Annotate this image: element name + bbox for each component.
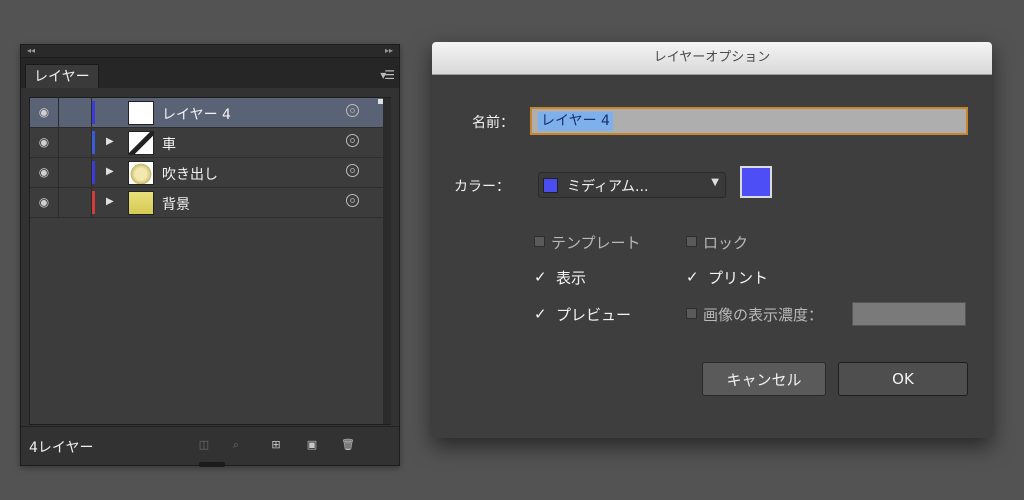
expand-arrow-icon[interactable]: ▶ bbox=[106, 166, 114, 177]
layer-thumbnail bbox=[128, 101, 154, 125]
lock-toggle[interactable] bbox=[58, 158, 92, 187]
target-circle-icon[interactable] bbox=[346, 104, 359, 117]
expand-arrow-icon[interactable]: ▶ bbox=[106, 196, 114, 207]
dim-images-field[interactable] bbox=[852, 302, 966, 326]
visibility-eye-icon[interactable]: ◉ bbox=[36, 105, 52, 119]
color-dropdown[interactable]: ミディアム... ▼ bbox=[538, 172, 726, 198]
layer-color-bar bbox=[92, 161, 95, 184]
cancel-button[interactable]: キャンセル bbox=[702, 362, 826, 396]
layer-thumbnail bbox=[128, 191, 154, 215]
checkmark-icon[interactable] bbox=[534, 268, 550, 287]
layer-options-dialog: レイヤーオプション 名前： レイヤー 4 カラー： ミディアム... ▼ テンプ… bbox=[432, 42, 992, 438]
layer-color-bar bbox=[92, 131, 95, 154]
name-input[interactable] bbox=[530, 107, 968, 135]
visibility-eye-icon[interactable]: ◉ bbox=[36, 135, 52, 149]
preview-checkbox[interactable]: プレビュー bbox=[534, 304, 631, 325]
print-label: プリント bbox=[708, 269, 769, 287]
lock-toggle[interactable] bbox=[58, 128, 92, 157]
layer-list: ◉ レイヤー 4 ◉ ▶ 車 ◉ ▶ 吹き出し ◉ ▶ 背景 bbox=[29, 97, 391, 425]
visibility-eye-icon[interactable]: ◉ bbox=[36, 195, 52, 209]
color-swatch-button[interactable] bbox=[740, 166, 772, 198]
layer-row[interactable]: ◉ ▶ 吹き出し bbox=[30, 158, 390, 188]
lock-checkbox[interactable]: ロック bbox=[686, 232, 748, 253]
color-dropdown-value: ミディアム... bbox=[567, 179, 649, 195]
dim-images-checkbox[interactable]: 画像の表示濃度： bbox=[686, 304, 823, 325]
lock-toggle[interactable] bbox=[58, 188, 92, 217]
layer-name[interactable]: 背景 bbox=[162, 194, 190, 214]
collapse-icon[interactable]: ◂◂ bbox=[27, 46, 35, 55]
panel-footer: 4レイヤー ◫ ⌕ ⊞ ▣ 🗑 bbox=[21, 426, 399, 467]
template-label: テンプレート bbox=[551, 234, 641, 252]
locate-object-icon[interactable]: ⌕ bbox=[229, 439, 243, 451]
color-label: カラー： bbox=[454, 179, 510, 195]
expand-icon[interactable]: ▸▸ bbox=[385, 46, 393, 55]
dim-images-label: 画像の表示濃度： bbox=[703, 306, 824, 324]
layer-list-scrollbar[interactable] bbox=[383, 98, 391, 424]
layer-color-bar bbox=[92, 191, 95, 214]
panel-tabbar: レイヤー ▾☰ bbox=[21, 58, 399, 88]
checkmark-icon[interactable] bbox=[686, 268, 702, 287]
new-layer-icon[interactable]: ▣ bbox=[305, 439, 319, 451]
expand-arrow-icon[interactable]: ▶ bbox=[106, 136, 114, 147]
show-label: 表示 bbox=[556, 269, 587, 287]
checkbox-box[interactable] bbox=[534, 236, 545, 247]
lock-label: ロック bbox=[703, 234, 749, 252]
visibility-eye-icon[interactable]: ◉ bbox=[36, 165, 52, 179]
make-clipping-mask-icon[interactable]: ◫ bbox=[197, 439, 211, 451]
print-checkbox[interactable]: プリント bbox=[686, 267, 768, 288]
template-checkbox[interactable]: テンプレート bbox=[534, 232, 641, 253]
target-circle-icon[interactable] bbox=[346, 164, 359, 177]
show-checkbox[interactable]: 表示 bbox=[534, 267, 586, 288]
target-circle-icon[interactable] bbox=[346, 194, 359, 207]
checkmark-icon[interactable] bbox=[534, 305, 550, 324]
layer-row[interactable]: ◉ レイヤー 4 bbox=[30, 98, 390, 128]
chevron-down-icon: ▼ bbox=[711, 177, 719, 188]
layer-color-bar bbox=[92, 101, 95, 124]
layer-row[interactable]: ◉ ▶ 背景 bbox=[30, 188, 390, 218]
trash-icon[interactable]: 🗑 bbox=[341, 439, 355, 451]
dialog-title: レイヤーオプション bbox=[432, 42, 992, 75]
panel-menu-icon[interactable]: ▾☰ bbox=[380, 68, 395, 82]
layer-name[interactable]: レイヤー 4 bbox=[162, 104, 231, 124]
checkbox-box[interactable] bbox=[686, 236, 697, 247]
name-label: 名前： bbox=[472, 115, 514, 131]
layer-thumbnail bbox=[128, 131, 154, 155]
target-circle-icon[interactable] bbox=[346, 134, 359, 147]
layer-name[interactable]: 車 bbox=[162, 134, 176, 154]
resize-grip[interactable] bbox=[199, 462, 225, 467]
checkbox-box[interactable] bbox=[686, 308, 697, 319]
tab-layers[interactable]: レイヤー bbox=[25, 64, 99, 88]
color-swatch-small bbox=[543, 178, 558, 193]
ok-button[interactable]: OK bbox=[838, 362, 968, 396]
layer-name[interactable]: 吹き出し bbox=[162, 164, 218, 184]
new-sublayer-icon[interactable]: ⊞ bbox=[269, 439, 283, 451]
layer-count: 4レイヤー bbox=[29, 440, 94, 456]
layer-row[interactable]: ◉ ▶ 車 bbox=[30, 128, 390, 158]
layer-thumbnail bbox=[128, 161, 154, 185]
panel-title-strip[interactable]: ◂◂ ▸▸ bbox=[21, 45, 399, 58]
layers-panel: ◂◂ ▸▸ レイヤー ▾☰ ◉ レイヤー 4 ◉ ▶ 車 ◉ ▶ 吹き出し ◉ … bbox=[20, 44, 400, 467]
lock-toggle[interactable] bbox=[58, 98, 92, 127]
preview-label: プレビュー bbox=[556, 306, 632, 324]
